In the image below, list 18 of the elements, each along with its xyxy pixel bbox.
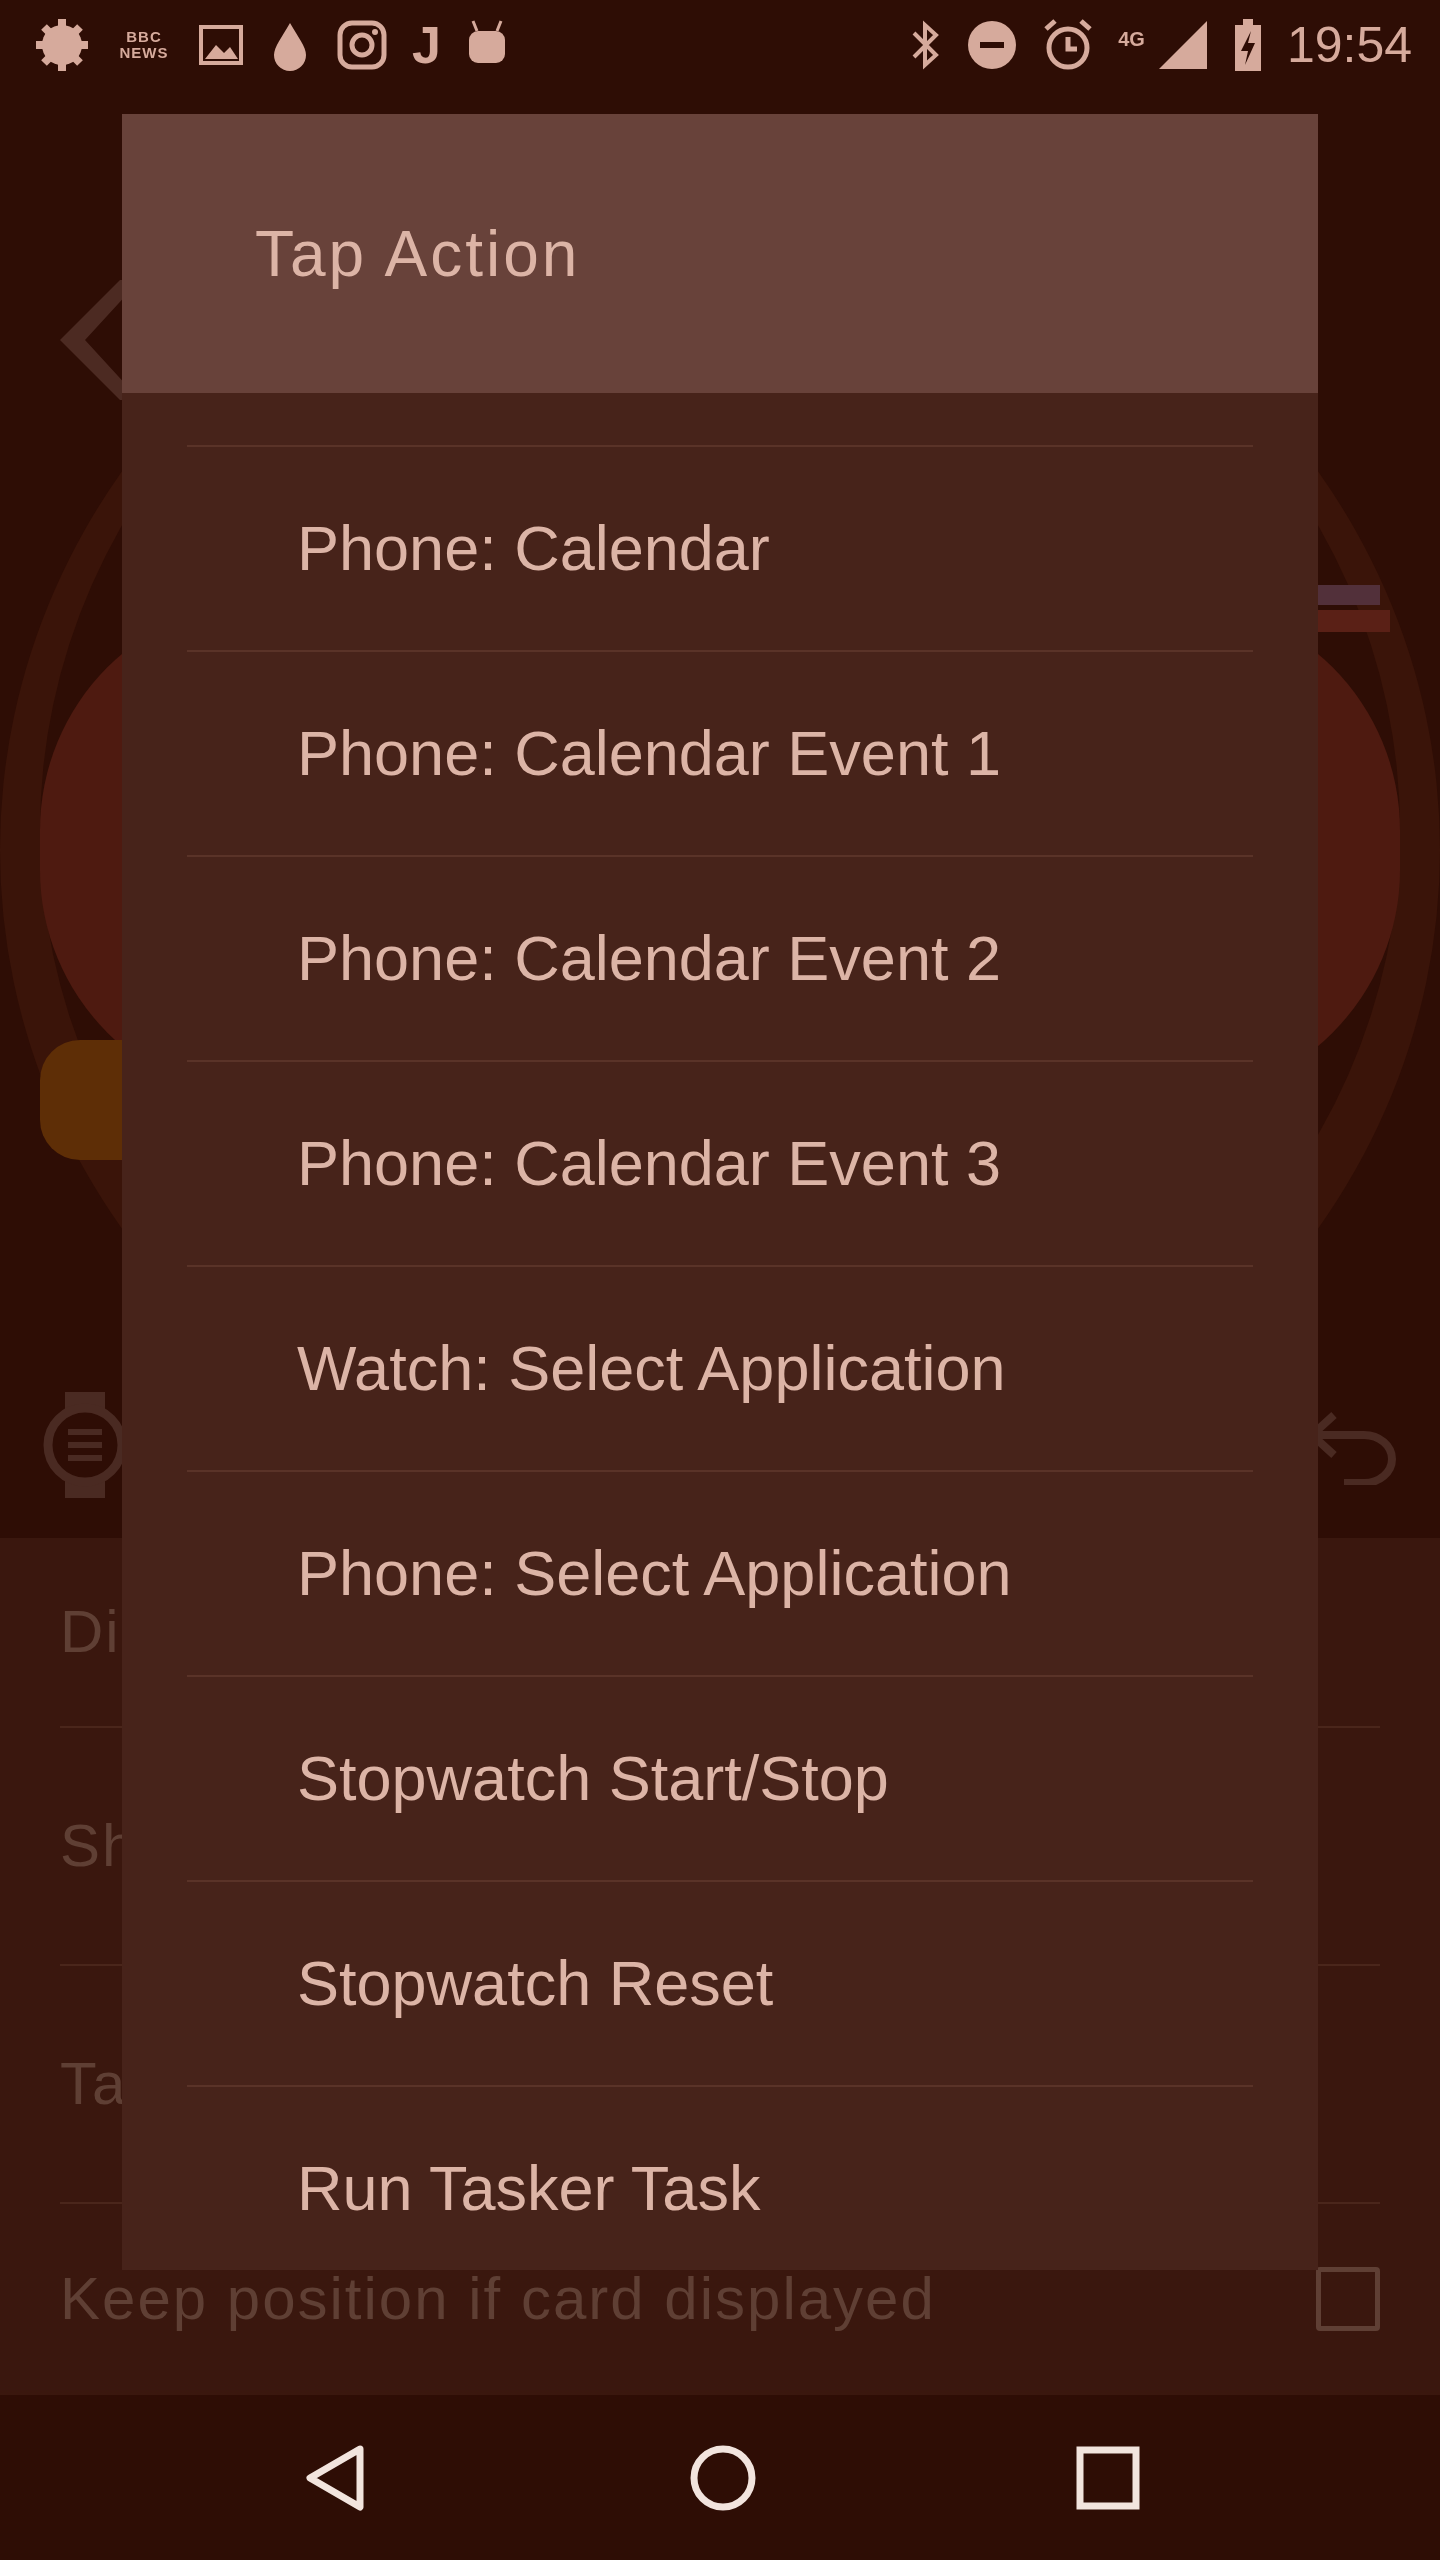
recents-icon[interactable] [1076, 2445, 1140, 2510]
action-option[interactable]: Phone: Select Application [187, 1470, 1253, 1675]
checkbox[interactable] [1316, 2267, 1380, 2331]
action-option[interactable]: Phone: Calendar Event 1 [187, 650, 1253, 855]
action-option[interactable]: Phone: Calendar [187, 445, 1253, 650]
network-type-label: 4G [1118, 26, 1145, 52]
action-option[interactable]: Stopwatch Reset [187, 1880, 1253, 2085]
news-app-icon: BBC NEWS [114, 28, 174, 62]
action-option[interactable]: Stopwatch Start/Stop [187, 1675, 1253, 1880]
action-option[interactable]: Phone: Calendar Event 3 [187, 1060, 1253, 1265]
clock-time: 19:54 [1286, 15, 1412, 75]
gear-icon [34, 17, 90, 73]
action-option[interactable]: Phone: Calendar Event 2 [187, 855, 1253, 1060]
action-option[interactable]: Run Tasker Task [187, 2085, 1253, 2270]
dialog-title: Tap Action [255, 216, 581, 292]
action-option[interactable]: Watch: Select Application [187, 1265, 1253, 1470]
battery-charging-icon [1232, 17, 1263, 73]
app-letter-icon: J [412, 19, 441, 71]
